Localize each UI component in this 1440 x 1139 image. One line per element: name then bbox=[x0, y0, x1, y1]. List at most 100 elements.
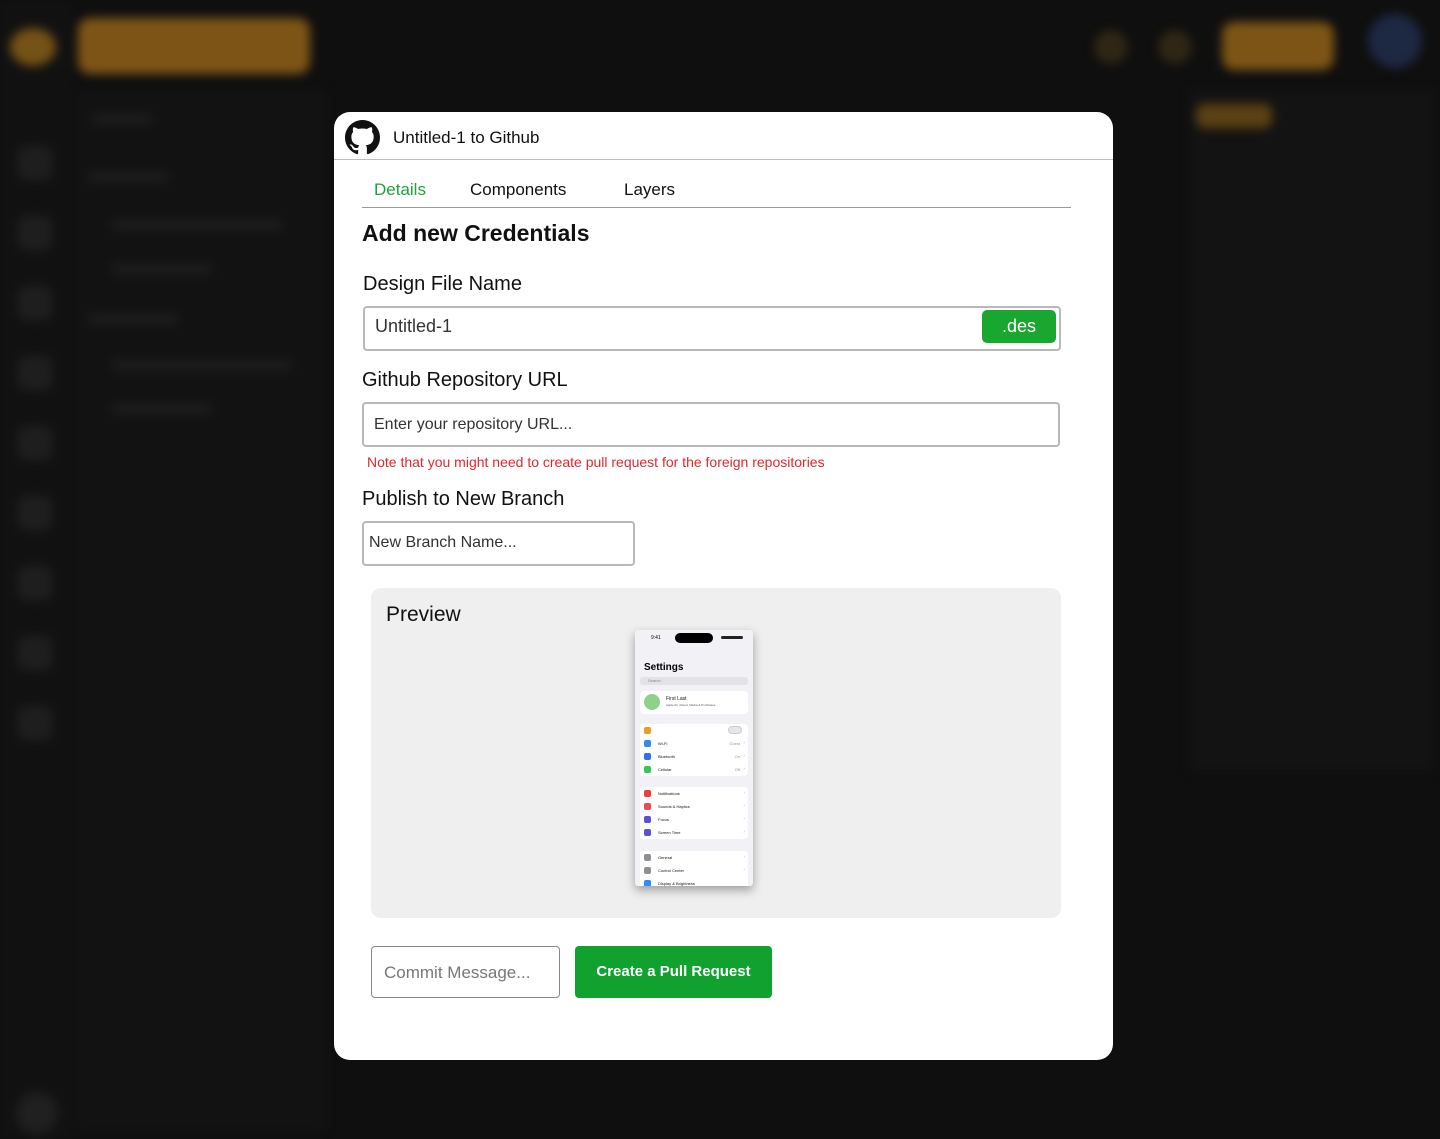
phone-preview: 9:41 Settings Search First Last Apple ID… bbox=[635, 630, 753, 886]
rail-icon bbox=[18, 426, 52, 460]
notifications-icon bbox=[644, 790, 651, 797]
repo-url-placeholder: Enter your repository URL... bbox=[374, 416, 573, 433]
phone-status-icons bbox=[721, 636, 743, 639]
tab-layers[interactable]: Layers bbox=[624, 180, 675, 200]
chevron-right-icon: › bbox=[743, 753, 745, 759]
phone-profile-group: First Last Apple ID, iCloud, Media & Pur… bbox=[640, 691, 748, 714]
chevron-right-icon: › bbox=[743, 854, 745, 860]
moon-icon bbox=[644, 816, 651, 823]
branch-label: Publish to New Branch bbox=[362, 488, 565, 510]
phone-row: Wi-Fi Guest › bbox=[640, 737, 748, 750]
rail-icon bbox=[18, 566, 52, 600]
phone-row-value: On bbox=[734, 754, 740, 759]
phone-screen-title: Settings bbox=[644, 662, 684, 673]
rail-icon bbox=[18, 286, 52, 320]
phone-time: 9:41 bbox=[651, 635, 661, 641]
design-file-value: Untitled-1 bbox=[375, 316, 453, 336]
chevron-right-icon: › bbox=[743, 829, 745, 835]
preview-panel: Preview 9:41 Settings Search First Last … bbox=[371, 588, 1061, 918]
rail-icon bbox=[18, 706, 52, 740]
modal-header: Untitled-1 to Github bbox=[334, 112, 1113, 160]
toolbar-icon bbox=[1094, 30, 1128, 64]
phone-notch bbox=[675, 633, 713, 643]
phone-row-label: Sounds & Haptics bbox=[658, 804, 690, 809]
panel-line bbox=[112, 404, 212, 414]
create-pull-request-button[interactable]: Create a Pull Request bbox=[575, 946, 772, 998]
app-logo bbox=[10, 28, 56, 66]
phone-profile-avatar bbox=[644, 694, 660, 710]
phone-row: Sounds & Haptics › bbox=[640, 800, 748, 813]
rail-icon bbox=[18, 216, 52, 250]
panel-line bbox=[92, 114, 152, 124]
phone-row-label: Bluetooth bbox=[658, 754, 675, 759]
phone-row: Screen Time › bbox=[640, 826, 748, 839]
phone-search-text: Search bbox=[648, 678, 661, 683]
bluetooth-icon bbox=[644, 753, 651, 760]
repo-url-label: Github Repository URL bbox=[362, 369, 568, 391]
phone-row: Control Center › bbox=[640, 864, 748, 877]
panel-line bbox=[88, 172, 168, 182]
rail-icon bbox=[18, 146, 52, 180]
phone-connectivity-group: Wi-Fi Guest › Bluetooth On › Cellular Of… bbox=[640, 724, 748, 776]
panel-line bbox=[112, 220, 282, 230]
tab-bar: Details Components Layers bbox=[362, 172, 1071, 208]
phone-row-label: Notifications bbox=[658, 791, 680, 796]
phone-row: Cellular Off › bbox=[640, 763, 748, 776]
tab-components[interactable]: Components bbox=[470, 180, 566, 200]
chevron-right-icon: › bbox=[743, 740, 745, 746]
phone-toggle bbox=[728, 726, 742, 734]
phone-row: Bluetooth On › bbox=[640, 750, 748, 763]
phone-general-group: General › Control Center › Display & Bri… bbox=[640, 851, 748, 886]
share-button bbox=[1222, 22, 1334, 70]
airplane-icon bbox=[644, 727, 651, 734]
wifi-icon bbox=[644, 740, 651, 747]
chevron-right-icon: › bbox=[743, 790, 745, 796]
design-file-field[interactable]: Untitled-1 .des bbox=[363, 306, 1061, 351]
panel-line bbox=[112, 264, 212, 274]
avatar bbox=[1368, 14, 1422, 68]
commit-message-placeholder: Commit Message... bbox=[384, 963, 531, 982]
cellular-icon bbox=[644, 766, 651, 773]
phone-row: Display & Brightness bbox=[640, 877, 748, 886]
preview-title: Preview bbox=[386, 603, 461, 626]
phone-profile-name: First Last bbox=[666, 696, 687, 702]
phone-notifications-group: Notifications › Sounds & Haptics › Focus… bbox=[640, 787, 748, 839]
phone-row-value: Off bbox=[734, 767, 740, 772]
rail-icon bbox=[18, 636, 52, 670]
tab-details[interactable]: Details bbox=[374, 180, 426, 200]
layers-panel bbox=[76, 90, 326, 1130]
panel-line bbox=[112, 360, 292, 370]
foreign-repo-note: Note that you might need to create pull … bbox=[367, 454, 825, 470]
phone-row: General › bbox=[640, 851, 748, 864]
phone-row: Focus › bbox=[640, 813, 748, 826]
phone-row-label: Screen Time bbox=[658, 830, 681, 835]
chevron-right-icon: › bbox=[743, 803, 745, 809]
top-menu-button bbox=[78, 18, 310, 74]
chevron-right-icon: › bbox=[743, 867, 745, 873]
phone-row: Notifications › bbox=[640, 787, 748, 800]
phone-row-label: Control Center bbox=[658, 868, 685, 873]
phone-row-label: Cellular bbox=[658, 767, 672, 772]
panel-line bbox=[88, 314, 178, 324]
chevron-right-icon: › bbox=[743, 766, 745, 772]
gear-icon bbox=[644, 854, 651, 861]
sound-icon bbox=[644, 803, 651, 810]
phone-row bbox=[640, 724, 748, 737]
branch-name-input[interactable]: New Branch Name... bbox=[362, 521, 635, 566]
github-publish-modal: Untitled-1 to Github Details Components … bbox=[334, 112, 1113, 1060]
panel-pill bbox=[1196, 104, 1272, 128]
modal-title: Untitled-1 to Github bbox=[393, 128, 540, 147]
branch-placeholder: New Branch Name... bbox=[369, 534, 517, 551]
repo-url-input[interactable]: Enter your repository URL... bbox=[362, 402, 1060, 447]
commit-message-input[interactable]: Commit Message... bbox=[371, 946, 560, 998]
properties-panel bbox=[1190, 90, 1434, 770]
phone-row-label: General bbox=[658, 855, 673, 860]
phone-row-value: Guest bbox=[729, 741, 740, 746]
github-icon bbox=[345, 120, 380, 155]
hourglass-icon bbox=[644, 829, 651, 836]
help-icon bbox=[16, 1092, 58, 1134]
control-center-icon bbox=[644, 867, 651, 874]
phone-row-label: Wi-Fi bbox=[658, 741, 668, 746]
design-file-label: Design File Name bbox=[363, 273, 522, 295]
toolbar-icon bbox=[1158, 30, 1192, 64]
